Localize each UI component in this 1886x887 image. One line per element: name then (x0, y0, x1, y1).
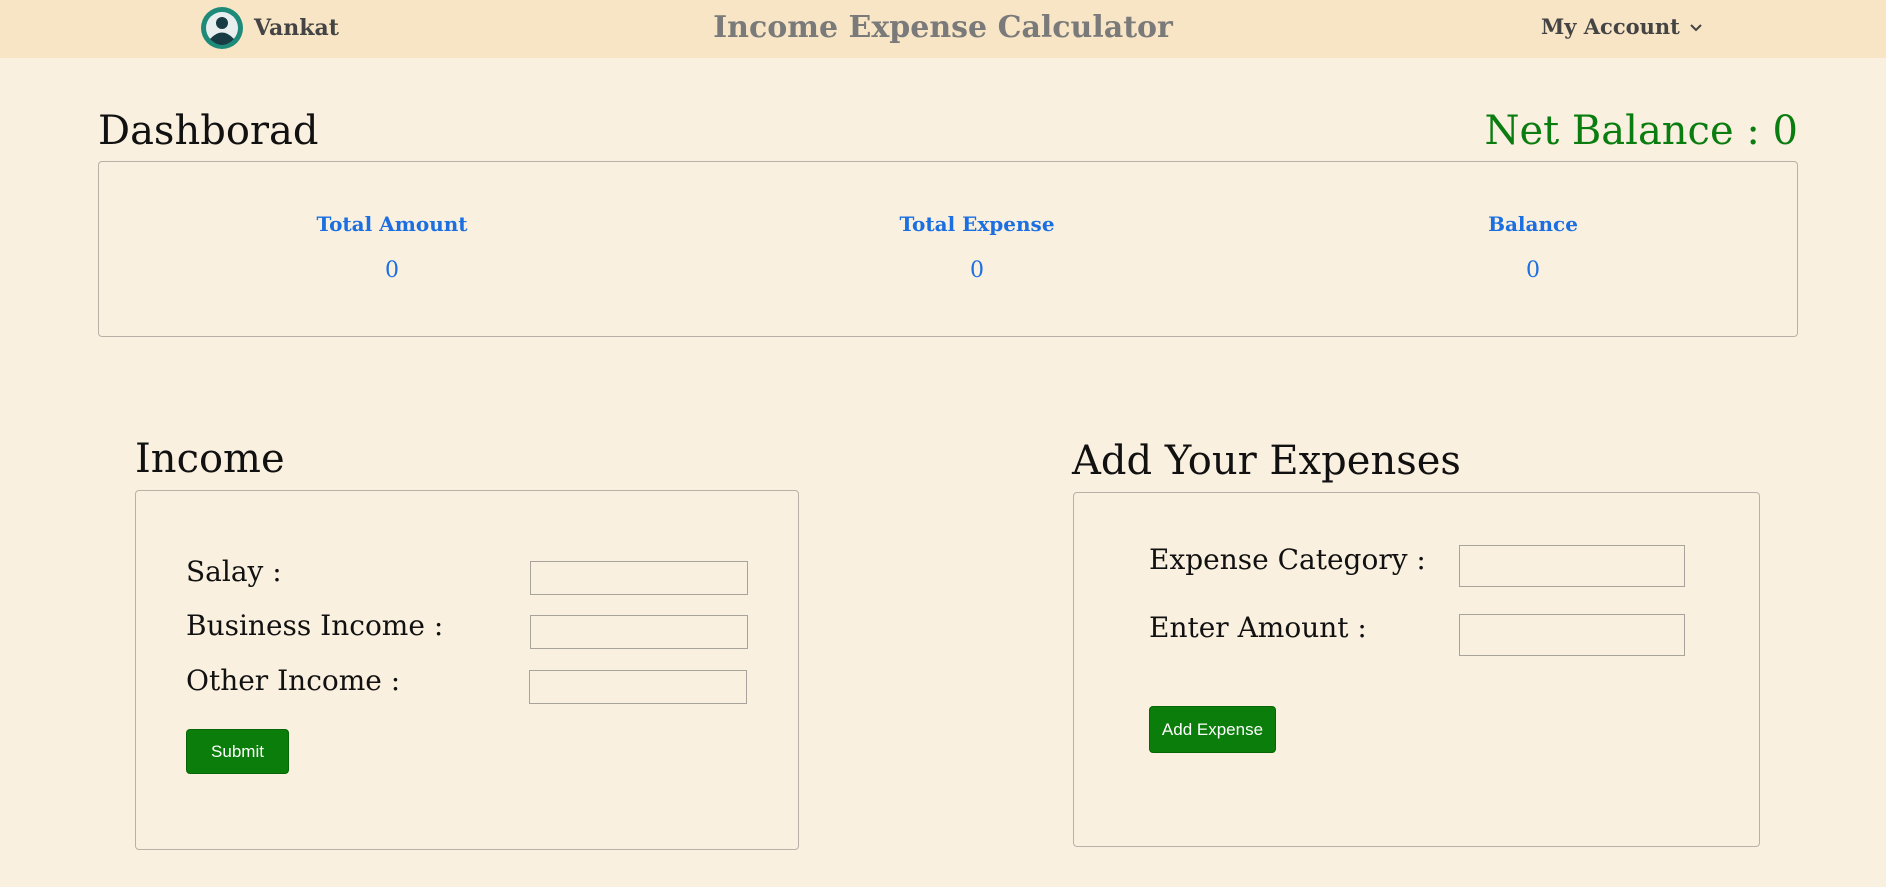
my-account-label: My Account (1541, 14, 1680, 39)
enter-amount-label: Enter Amount : (1149, 611, 1367, 644)
stat-value: 0 (1526, 258, 1540, 283)
stat-label: Total Expense (899, 212, 1055, 236)
expense-title: Add Your Expenses (1072, 438, 1461, 484)
other-income-label: Other Income : (186, 664, 401, 697)
navbar: Vankat Income Expense Calculator My Acco… (0, 0, 1886, 58)
salary-label: Salay : (186, 555, 282, 588)
my-account-dropdown[interactable]: My Account (1541, 14, 1704, 39)
stat-balance: Balance 0 (1413, 212, 1653, 283)
income-form: Salay : Business Income : Other Income :… (135, 490, 799, 850)
enter-amount-input[interactable] (1459, 614, 1685, 656)
expense-category-input[interactable] (1459, 545, 1685, 587)
expense-form: Expense Category : Enter Amount : Add Ex… (1073, 492, 1760, 847)
dashboard-summary-box: Total Amount 0 Total Expense 0 Balance 0 (98, 161, 1798, 337)
stat-total-expense: Total Expense 0 (857, 212, 1097, 283)
stat-label: Total Amount (316, 212, 468, 236)
net-balance: Net Balance : 0 (1484, 108, 1798, 154)
net-balance-value: 0 (1772, 108, 1798, 154)
stat-value: 0 (970, 258, 984, 283)
income-title: Income (135, 436, 285, 482)
other-income-input[interactable] (529, 670, 747, 704)
app-title: Income Expense Calculator (713, 10, 1173, 45)
submit-button[interactable]: Submit (186, 729, 289, 774)
stat-label: Balance (1488, 212, 1578, 236)
dashboard-title: Dashborad (98, 108, 319, 154)
chevron-down-icon (1690, 23, 1702, 31)
brand-name: Vankat (254, 15, 339, 41)
net-balance-label: Net Balance : (1484, 108, 1773, 154)
user-avatar-icon (201, 7, 243, 49)
salary-input[interactable] (530, 561, 748, 595)
stat-total-amount: Total Amount 0 (272, 212, 512, 283)
add-expense-button[interactable]: Add Expense (1149, 706, 1276, 753)
expense-category-label: Expense Category : (1149, 543, 1426, 576)
stat-value: 0 (385, 258, 399, 283)
business-income-label: Business Income : (186, 609, 444, 642)
business-income-input[interactable] (530, 615, 748, 649)
brand[interactable]: Vankat (200, 6, 339, 50)
